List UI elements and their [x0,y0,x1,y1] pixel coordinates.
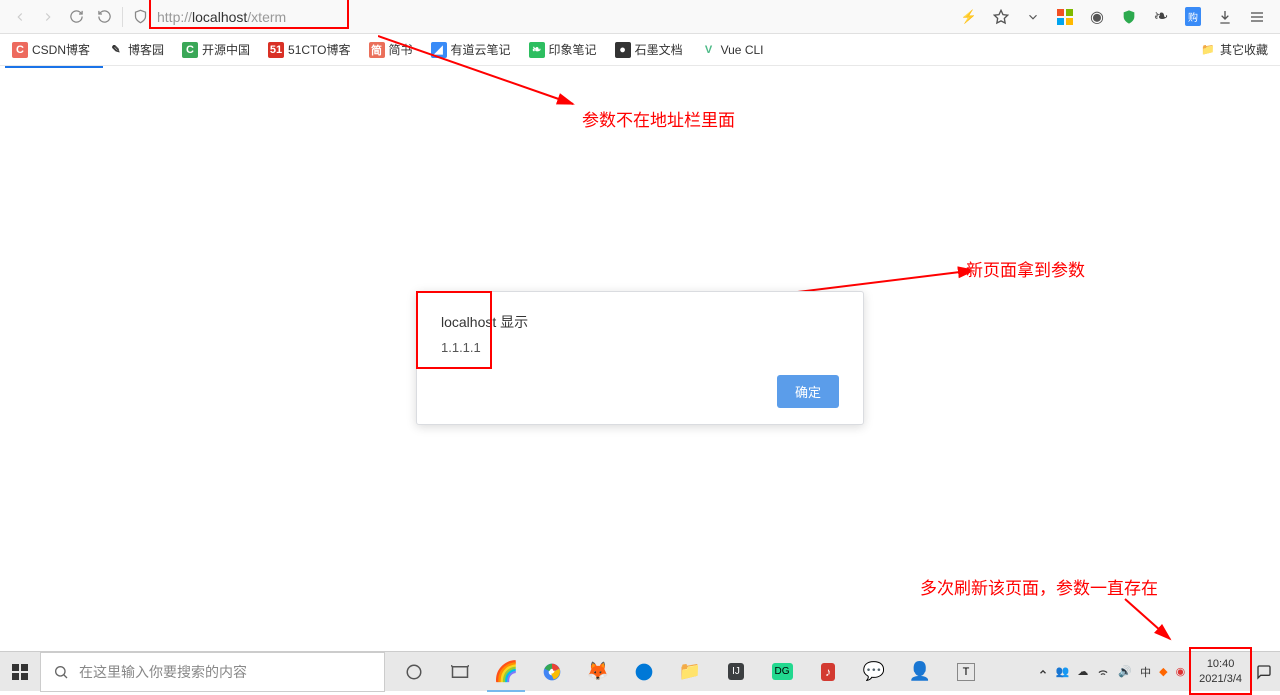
bookmark-icon: 简 [369,42,385,58]
back-button[interactable] [6,3,34,31]
annotation-text-1: 参数不在地址栏里面 [582,106,735,131]
bookmark-4[interactable]: 简简书 [363,38,419,61]
bookmark-icon: ◢ [431,42,447,58]
tray-cloud-icon[interactable]: ☁ [1077,665,1088,678]
menu-icon[interactable] [1248,8,1266,26]
dialog-text: 1.1.1.1 [441,340,839,355]
extension-icon-1[interactable]: ◉ [1088,8,1106,26]
bookmark-1[interactable]: ✎博客园 [102,38,170,61]
tray-ime-icon[interactable]: 中 [1140,664,1151,680]
bookmark-label: 印象笔记 [549,41,597,58]
app-firefox[interactable]: 🦊 [575,652,621,692]
bookmark-label: 简书 [389,41,413,58]
clock-date: 2021/3/4 [1199,672,1242,686]
bookmark-icon: C [182,42,198,58]
app-datagrip[interactable]: DG [759,652,805,692]
bookmark-label: 石墨文档 [635,41,683,58]
tray-chevron-up-icon[interactable] [1038,667,1048,677]
reload-button[interactable] [62,3,90,31]
annotation-text-2: 新页面拿到参数 [966,256,1085,281]
app-chrome[interactable] [529,652,575,692]
bookmark-0[interactable]: CCSDN博客 [6,38,96,61]
clock-time: 10:40 [1199,657,1242,671]
app-browser-1[interactable]: 🌈 [483,652,529,692]
bookmark-7[interactable]: ●石墨文档 [609,38,689,61]
shopping-icon[interactable]: 购 [1184,8,1202,26]
bookmark-icon: ● [615,42,631,58]
forward-button[interactable] [34,3,62,31]
bookmark-icon: ❧ [529,42,545,58]
tray-app-2[interactable]: ◉ [1176,665,1186,678]
bookmark-5[interactable]: ◢有道云笔记 [425,38,517,61]
page-content: 参数不在地址栏里面 新页面拿到参数 localhost 显示 1.1.1.1 确… [0,66,1280,651]
browser-toolbar: http://localhost/xterm ⚡ ◉ ❧ 购 [0,0,1280,34]
bookmark-label: CSDN博客 [32,41,90,58]
dialog-title: localhost 显示 [441,312,839,332]
url-text: http://localhost/xterm [157,9,286,25]
app-edge[interactable] [621,652,667,692]
search-placeholder: 在这里输入你要搜索的内容 [79,662,247,682]
annotation-text-3: 多次刷新该页面，参数一直存在 [920,574,1158,599]
star-icon[interactable] [992,8,1010,26]
evernote-icon[interactable]: ❧ [1152,8,1170,26]
tray-people-icon[interactable]: 👥 [1056,665,1070,678]
annotation-arrow-3 [1120,594,1180,646]
bookmarks-bar: CCSDN博客✎博客园C开源中国5151CTO博客简简书◢有道云笔记❧印象笔记●… [0,34,1280,66]
taskbar-clock[interactable]: 10:40 2021/3/4 [1193,657,1248,686]
download-icon[interactable] [1216,8,1234,26]
bookmark-label: 开源中国 [202,41,250,58]
tray-wifi-icon[interactable] [1096,665,1110,679]
cortana-icon[interactable] [391,652,437,692]
start-button[interactable] [0,652,40,692]
tray-app-1[interactable]: ◆ [1159,665,1167,678]
taskview-icon[interactable] [437,652,483,692]
other-bookmarks[interactable]: 📁 其它收藏 [1194,38,1274,61]
taskbar-search[interactable]: 在这里输入你要搜索的内容 [40,652,385,692]
app-text[interactable]: T [943,652,989,692]
url-bar[interactable]: http://localhost/xterm [157,3,960,31]
bookmark-icon: ✎ [108,42,124,58]
adguard-icon[interactable] [1120,8,1138,26]
microsoft-icon[interactable] [1056,8,1074,26]
divider [122,7,123,27]
bookmark-8[interactable]: V Vue CLI [695,38,770,61]
undo-button[interactable] [90,3,118,31]
shield-icon[interactable] [133,9,153,24]
app-generic-1[interactable]: 👤 [897,652,943,692]
bookmark-label: 有道云笔记 [451,41,511,58]
bookmark-icon: C [12,42,28,58]
other-bookmarks-label: 其它收藏 [1220,41,1268,58]
alert-dialog: localhost 显示 1.1.1.1 确定 [416,291,864,425]
windows-taskbar: 在这里输入你要搜索的内容 🌈 🦊 📁 IJ DG ♪ 💬 👤 T 👥 ☁ 🔊 中… [0,651,1280,691]
bookmark-label: Vue CLI [721,43,764,57]
flash-icon[interactable]: ⚡ [960,8,978,26]
search-icon [53,664,69,680]
bookmark-2[interactable]: C开源中国 [176,38,256,61]
app-explorer[interactable]: 📁 [667,652,713,692]
tray-volume-icon[interactable]: 🔊 [1118,665,1132,678]
tray-notifications-icon[interactable] [1256,664,1272,680]
bookmark-3[interactable]: 5151CTO博客 [262,38,356,61]
bookmark-icon: V [701,42,717,58]
bookmark-label: 博客园 [128,41,164,58]
app-netease[interactable]: ♪ [805,652,851,692]
bookmark-6[interactable]: ❧印象笔记 [523,38,603,61]
folder-icon: 📁 [1200,42,1216,58]
chevron-down-icon[interactable] [1024,8,1042,26]
app-wechat[interactable]: 💬 [851,652,897,692]
app-intellij[interactable]: IJ [713,652,759,692]
confirm-button[interactable]: 确定 [777,375,839,408]
bookmark-icon: 51 [268,42,284,58]
bookmark-label: 51CTO博客 [288,41,350,58]
